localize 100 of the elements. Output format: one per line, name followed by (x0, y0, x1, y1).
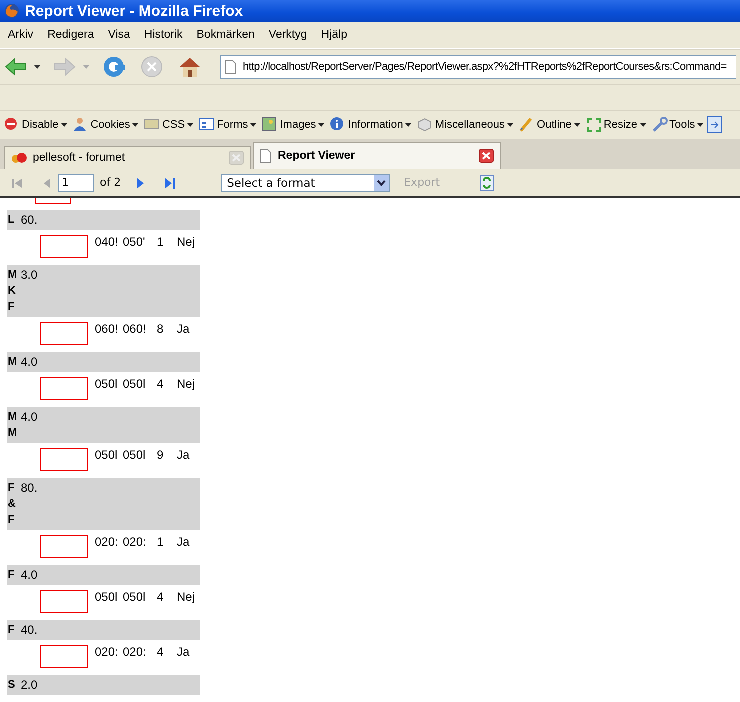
browser-tab[interactable]: Report Viewer (253, 142, 501, 169)
menu-item[interactable]: Arkiv (8, 29, 34, 41)
table-cell-text: 050l (95, 448, 119, 462)
browser-logo-icon (4, 3, 20, 19)
table-cell-text: 050l (95, 377, 119, 391)
table-cell-text: Nej (177, 590, 196, 604)
site-logo-icon (11, 151, 27, 165)
menu-item[interactable]: Redigera (48, 29, 94, 41)
group-value: 4.0 (20, 354, 39, 370)
page-number-field[interactable]: 1 (58, 174, 94, 192)
info-icon (330, 116, 346, 132)
stylesheet-icon (144, 116, 160, 132)
table-cell-text: 050' (123, 235, 146, 249)
toolbar-menu-button[interactable]: Tools (650, 116, 706, 132)
back-arrow-icon[interactable] (4, 55, 28, 79)
group-code: F (8, 481, 16, 496)
table-cell-text: 4 (157, 377, 165, 391)
menu-item[interactable]: Verktyg (268, 29, 308, 41)
toolbar-menu-button[interactable]: Information (328, 116, 414, 132)
group-code: L (8, 213, 16, 228)
menu-item[interactable]: Visa (108, 29, 130, 41)
table-cell-text: 1 (157, 235, 165, 249)
menu-item[interactable]: Hjälp (321, 29, 348, 41)
caret-icon (132, 122, 140, 126)
redaction-box (35, 198, 71, 204)
no-entry-icon (4, 116, 20, 132)
caret-icon (405, 122, 412, 126)
dropdown-caret-icon[interactable] (34, 64, 41, 70)
caret-icon (640, 122, 647, 126)
table-cell-text: 1 (157, 535, 165, 549)
reload-icon[interactable] (102, 55, 126, 79)
table-cell-text: 050l (123, 377, 147, 391)
browser-tab[interactable]: pellesoft - forumet (4, 146, 251, 169)
address-field[interactable]: http://localhost/ReportServer/Pages/ReportViewer.aspx?%2fHTReports%2fReportCourses&rs:Command= (220, 55, 736, 79)
toolbar-menu-button[interactable]: Disable (2, 116, 70, 132)
group-value: 4.0 (20, 409, 39, 425)
table-cell-text: 020: (95, 645, 120, 659)
table-cell-text: Ja (177, 535, 191, 549)
menu-item[interactable]: Historik (144, 29, 183, 41)
home-icon[interactable] (178, 55, 202, 79)
group-code: F (8, 513, 16, 528)
group-code: & (8, 497, 17, 512)
group-code: M (8, 355, 18, 370)
toolbar-menu-button[interactable]: Resize (584, 116, 649, 132)
caret-icon (574, 122, 581, 126)
refresh-icon[interactable] (480, 174, 494, 190)
caret-icon (60, 122, 68, 126)
page-count: of 2 (100, 176, 122, 189)
table-cell-text: 9 (157, 448, 165, 462)
table-cell-text: 060! (95, 322, 120, 336)
table-cell-text: 4 (157, 645, 165, 659)
menu-item[interactable]: Bokmärken (196, 29, 255, 41)
table-cell-text: Ja (177, 448, 191, 462)
group-value: 4.0 (20, 567, 39, 583)
last-page-icon[interactable] (163, 176, 178, 190)
table-cell-text: 4 (157, 590, 165, 604)
toolbar-menu-button[interactable]: Miscellaneous (415, 116, 516, 132)
caret-icon (318, 122, 326, 126)
caret-icon (250, 122, 258, 126)
redaction-box (40, 235, 88, 258)
group-value: 3.0 (20, 267, 39, 283)
redaction-box (40, 590, 88, 613)
group-code: M (8, 410, 18, 425)
table-cell-text: 020: (123, 645, 148, 659)
validate-page-icon[interactable] (707, 116, 726, 134)
table-cell-text: 050l (95, 590, 119, 604)
toolbar-menu-button[interactable]: CSS (142, 116, 196, 132)
toolbar-menu-button[interactable]: Images (260, 116, 328, 132)
redaction-box (40, 645, 88, 668)
caret-icon (697, 122, 704, 126)
toolbar-menu-button[interactable]: Cookies (70, 116, 142, 132)
window-title: Report Viewer - Mozilla Firefox (25, 2, 244, 20)
page-icon (260, 148, 272, 164)
table-cell-text: Ja (177, 322, 191, 336)
format-dropdown[interactable]: Select a format (221, 174, 390, 192)
group-value: 80. (20, 480, 39, 496)
toolbar-menu-button[interactable]: Forms (197, 116, 260, 132)
table-cell-text: 020: (123, 535, 148, 549)
group-code: F (8, 623, 16, 638)
table-cell-text: Ja (177, 645, 191, 659)
page-icon (225, 60, 237, 74)
group-code: M (8, 268, 18, 283)
resize-arrows-icon (586, 116, 602, 132)
redaction-box (40, 377, 88, 400)
table-cell-text: Nej (177, 235, 196, 249)
image-icon (262, 116, 278, 132)
person-icon (72, 116, 89, 132)
table-cell-text: 060! (123, 322, 148, 336)
table-cell-text: 8 (157, 322, 165, 336)
table-cell-text: 020: (95, 535, 120, 549)
table-cell-text: 050l (123, 590, 147, 604)
toolbar-menu-button[interactable]: Outline (517, 116, 583, 132)
group-code: K (8, 284, 17, 299)
group-value: 2.0 (20, 677, 39, 693)
table-cell-text: 050l (123, 448, 147, 462)
redaction-box (40, 535, 88, 558)
cube-icon (417, 116, 434, 132)
form-icon (199, 116, 216, 132)
close-icon[interactable] (479, 149, 494, 163)
wrench-icon (652, 116, 668, 132)
